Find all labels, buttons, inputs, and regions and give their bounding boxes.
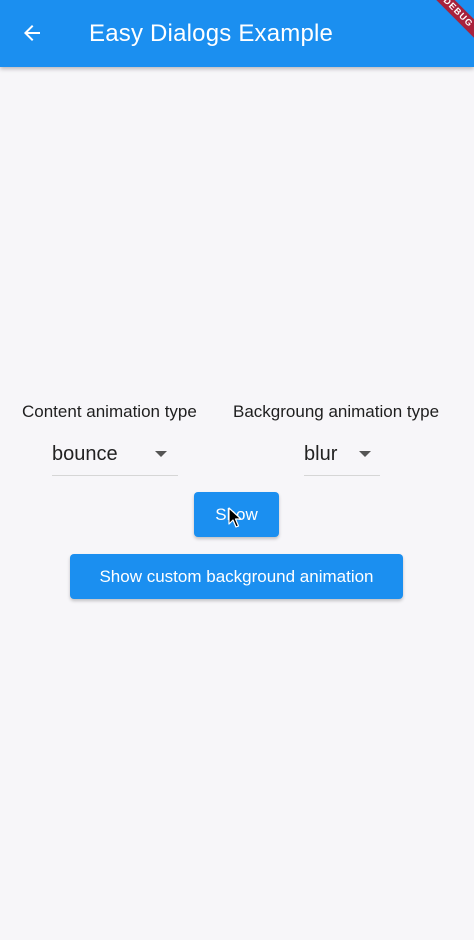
content-animation-dropdown[interactable]: bounce [52, 435, 178, 476]
mouse-cursor-icon [228, 507, 242, 528]
show-custom-background-button[interactable]: Show custom background animation [70, 554, 403, 599]
dropdown-arrow-icon [155, 451, 167, 457]
content-area: Content animation type Backgroung animat… [0, 67, 474, 940]
background-animation-value: blur [304, 443, 338, 465]
debug-banner: DEBUG [430, 0, 474, 44]
content-animation-label: Content animation type [22, 402, 197, 421]
app-bar: Easy Dialogs Example DEBUG [0, 0, 474, 67]
background-animation-label: Backgroung animation type [233, 402, 440, 421]
debug-banner-label: DEBUG [430, 0, 474, 44]
content-animation-value: bounce [52, 443, 118, 465]
arrow-back-icon [24, 25, 40, 41]
page-title: Easy Dialogs Example [89, 20, 334, 47]
back-button[interactable] [8, 9, 56, 57]
background-animation-dropdown[interactable]: blur [304, 435, 380, 476]
dropdown-arrow-icon [359, 451, 371, 457]
